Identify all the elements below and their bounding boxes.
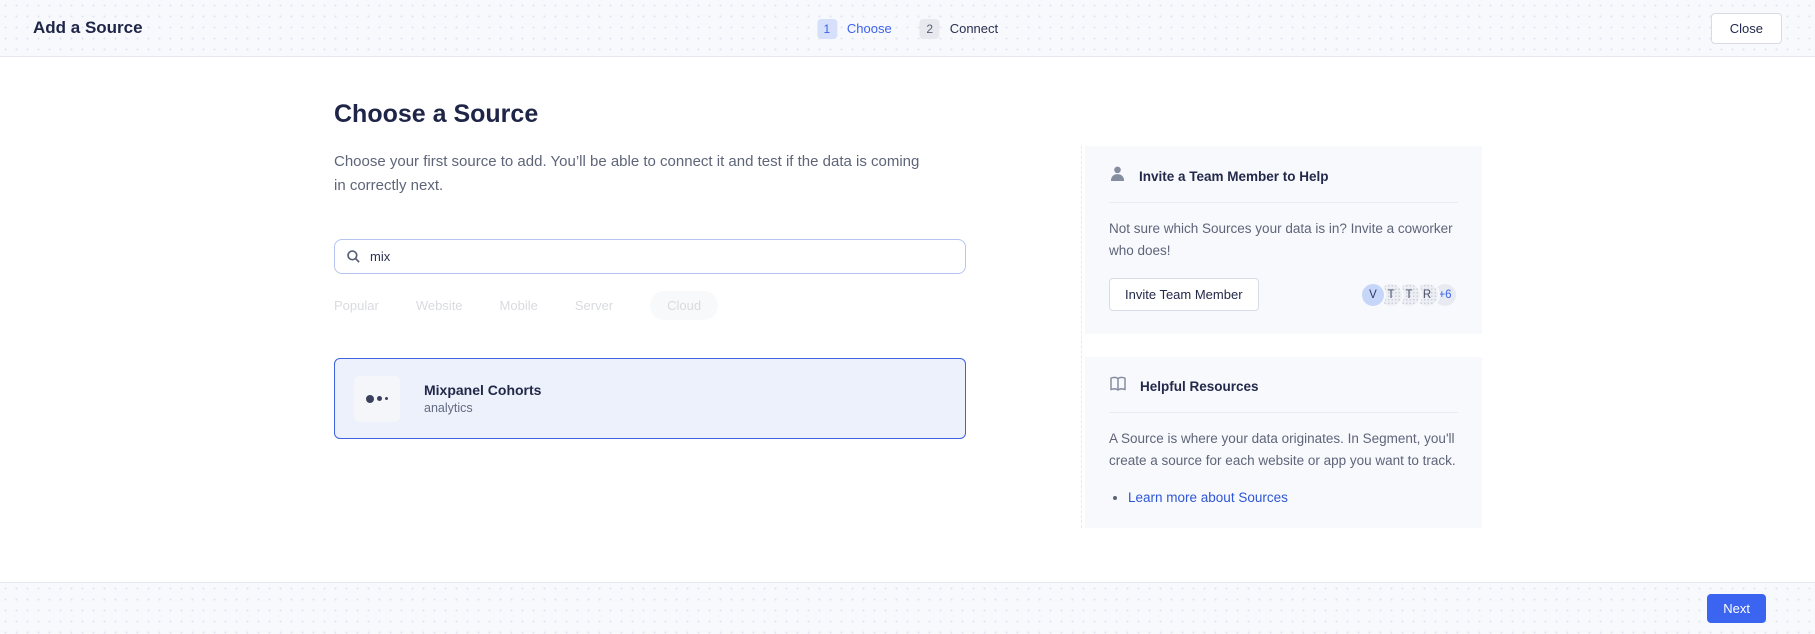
invite-team-member-button[interactable]: Invite Team Member	[1109, 278, 1259, 311]
divider	[1109, 202, 1458, 203]
category-tabs: Popular Website Mobile Server Cloud	[334, 291, 966, 320]
book-icon	[1109, 376, 1127, 397]
wizard-header: Add a Source 1 Choose 2 Connect Close	[0, 0, 1815, 57]
invite-card-body: Not sure which Sources your data is in? …	[1109, 218, 1458, 262]
avatar: V	[1360, 282, 1386, 308]
person-icon	[1109, 165, 1126, 187]
source-name: Mixpanel Cohorts	[424, 382, 541, 398]
step-number-badge: 2	[920, 19, 940, 39]
tab-mobile[interactable]: Mobile	[500, 291, 538, 320]
invite-card-title: Invite a Team Member to Help	[1139, 169, 1329, 184]
resource-list-item: Learn more about Sources	[1128, 490, 1458, 505]
main-content: Choose a Source Choose your first source…	[334, 57, 966, 439]
step-number-badge: 1	[817, 19, 837, 39]
helpful-resources-card: Helpful Resources A Source is where your…	[1085, 357, 1482, 528]
resources-card-title: Helpful Resources	[1140, 379, 1259, 394]
page-description: Choose your first source to add. You’ll …	[334, 150, 920, 198]
wizard-footer: Next	[0, 582, 1815, 634]
tab-popular[interactable]: Popular	[334, 291, 379, 320]
step-label: Choose	[847, 21, 892, 36]
page-title: Add a Source	[33, 18, 143, 38]
tab-cloud[interactable]: Cloud	[650, 291, 718, 320]
tab-server[interactable]: Server	[575, 291, 613, 320]
wizard-stepper: 1 Choose 2 Connect	[817, 0, 998, 57]
team-avatar-stack: V T T R +6	[1360, 282, 1458, 308]
divider	[1109, 412, 1458, 413]
search-input[interactable]	[370, 249, 954, 264]
invite-team-card: Invite a Team Member to Help Not sure wh…	[1085, 146, 1482, 334]
next-button[interactable]: Next	[1707, 594, 1766, 623]
search-icon	[346, 249, 361, 264]
source-search-box[interactable]	[334, 239, 966, 274]
resources-card-body: A Source is where your data originates. …	[1109, 428, 1458, 472]
step-choose: 1 Choose	[817, 19, 892, 39]
step-connect: 2 Connect	[920, 19, 998, 39]
help-sidebar: Invite a Team Member to Help Not sure wh…	[1081, 146, 1482, 528]
mixpanel-logo-icon	[354, 376, 400, 422]
tab-website[interactable]: Website	[416, 291, 463, 320]
source-category: analytics	[424, 401, 541, 415]
page-heading: Choose a Source	[334, 100, 966, 129]
source-result-mixpanel-cohorts[interactable]: Mixpanel Cohorts analytics	[334, 358, 966, 439]
learn-more-sources-link[interactable]: Learn more about Sources	[1128, 490, 1288, 505]
close-button[interactable]: Close	[1711, 13, 1782, 44]
step-label: Connect	[950, 21, 998, 36]
